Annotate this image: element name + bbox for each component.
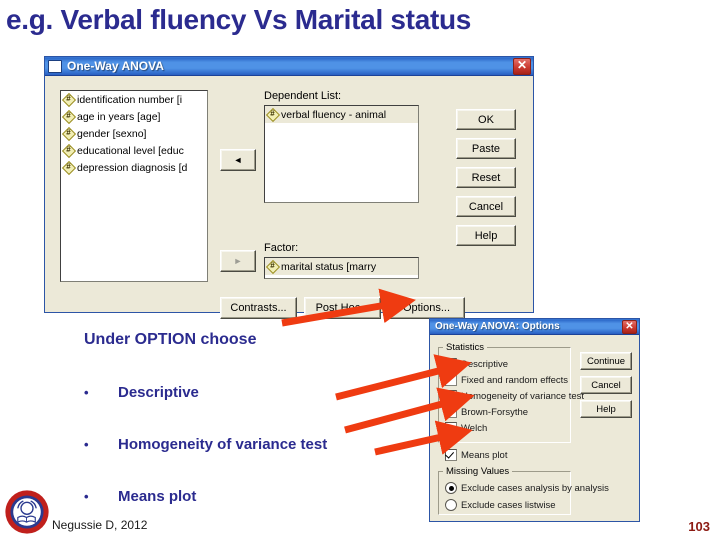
scale-variable-icon xyxy=(267,260,278,272)
checkbox-welch[interactable]: Welch xyxy=(445,422,487,434)
variable-label: marital status [marry xyxy=(281,260,377,273)
scale-variable-icon xyxy=(63,144,74,156)
variable-label: gender [sexno] xyxy=(77,127,147,140)
checkbox-means-plot[interactable]: Means plot xyxy=(445,449,507,461)
variable-label: age in years [age] xyxy=(77,110,161,123)
source-variable-listbox[interactable]: identification number [i age in years [a… xyxy=(60,90,208,282)
options-dialog-body: Statistics Descriptive Fixed and random … xyxy=(430,335,639,521)
factor-listbox[interactable]: marital status [marry xyxy=(264,257,419,279)
variable-label: educational level [educ xyxy=(77,144,184,157)
bullet-icon: • xyxy=(84,437,89,452)
cancel-button[interactable]: Cancel xyxy=(456,196,516,217)
checkbox-unchecked-icon[interactable] xyxy=(445,422,457,434)
options-help-button[interactable]: Help xyxy=(580,400,632,418)
checkbox-label: Fixed and random effects xyxy=(461,374,569,386)
list-item: • Descriptive xyxy=(84,384,199,401)
scale-variable-icon xyxy=(63,127,74,139)
radio-label: Exclude cases listwise xyxy=(461,499,556,511)
factor-label: Factor: xyxy=(264,242,299,254)
scale-variable-icon xyxy=(267,108,278,120)
checkbox-label: Homogeneity of variance test xyxy=(461,390,585,402)
radio-exclude-cases-analysis-by-analysis[interactable]: Exclude cases analysis by analysis xyxy=(445,482,609,494)
author-credit: Negussie D, 2012 xyxy=(52,518,148,532)
post-hoc-button[interactable]: Post Hoc... xyxy=(304,297,381,319)
instruction-heading: Under OPTION choose xyxy=(84,331,257,348)
checkbox-label: Means plot xyxy=(461,449,508,461)
checkbox-label: Welch xyxy=(461,422,488,434)
arrow-right-icon: ► xyxy=(233,256,243,266)
variable-label: depression diagnosis [d xyxy=(77,161,188,174)
radio-selected-icon[interactable] xyxy=(445,482,457,494)
list-item[interactable]: educational level [educ xyxy=(61,142,207,159)
checkbox-descriptive[interactable]: Descriptive xyxy=(445,358,508,370)
bullet-label: Descriptive xyxy=(118,384,199,401)
page-number: 103 xyxy=(688,519,710,534)
continue-button[interactable]: Continue xyxy=(580,352,632,370)
checkbox-unchecked-icon[interactable] xyxy=(445,374,457,386)
one-way-anova-dialog: One-Way ANOVA ✕ identification number [i… xyxy=(44,56,534,319)
reset-button[interactable]: Reset xyxy=(456,167,516,188)
anova-dialog-body: identification number [i age in years [a… xyxy=(45,76,533,319)
scale-variable-icon xyxy=(63,161,74,173)
slide-canvas: e.g. Verbal fluency Vs Marital status On… xyxy=(0,0,720,540)
radio-exclude-cases-listwise[interactable]: Exclude cases listwise xyxy=(445,499,556,511)
list-item[interactable]: depression diagnosis [d xyxy=(61,159,207,176)
options-title-text: One-Way ANOVA: Options xyxy=(435,321,560,332)
university-seal-logo xyxy=(5,490,49,534)
bullet-icon: • xyxy=(84,489,89,504)
arrow-left-icon: ◄ xyxy=(233,155,243,165)
variable-label: verbal fluency - animal xyxy=(281,108,387,121)
dependent-listbox[interactable]: verbal fluency - animal xyxy=(264,105,419,203)
move-to-dependent-button[interactable]: ◄ xyxy=(220,149,256,171)
bullet-icon: • xyxy=(84,385,89,400)
missing-values-group-label: Missing Values xyxy=(443,466,513,477)
page-title: e.g. Verbal fluency Vs Marital status xyxy=(6,4,472,35)
bullet-label: Means plot xyxy=(118,488,197,505)
anova-title-text: One-Way ANOVA xyxy=(67,59,164,73)
radio-unselected-icon[interactable] xyxy=(445,499,457,511)
options-button[interactable]: Options... xyxy=(388,297,465,319)
list-item[interactable]: gender [sexno] xyxy=(61,125,207,142)
radio-label: Exclude cases analysis by analysis xyxy=(461,482,609,494)
help-button[interactable]: Help xyxy=(456,225,516,246)
checkbox-label: Brown-Forsythe xyxy=(461,406,529,418)
list-item[interactable]: marital status [marry xyxy=(265,258,418,275)
paste-button[interactable]: Paste xyxy=(456,138,516,159)
checkbox-homogeneity-of-variance-test[interactable]: Homogeneity of variance test xyxy=(445,390,584,402)
checkbox-fixed-and-random-effects[interactable]: Fixed and random effects xyxy=(445,374,568,386)
move-to-factor-button[interactable]: ► xyxy=(220,250,256,272)
list-item: • Means plot xyxy=(84,488,196,505)
window-app-icon xyxy=(48,59,62,73)
statistics-group-label: Statistics xyxy=(443,342,488,353)
dependent-list-label: Dependent List: xyxy=(264,90,342,102)
checkbox-checked-icon[interactable] xyxy=(445,358,457,370)
options-cancel-button[interactable]: Cancel xyxy=(580,376,632,394)
scale-variable-icon xyxy=(63,110,74,122)
checkbox-label: Descriptive xyxy=(461,358,508,370)
checkbox-brown-forsythe[interactable]: Brown-Forsythe xyxy=(445,406,528,418)
close-icon[interactable]: ✕ xyxy=(513,57,531,75)
scale-variable-icon xyxy=(63,93,74,105)
ok-button[interactable]: OK xyxy=(456,109,516,130)
checkbox-checked-icon[interactable] xyxy=(445,449,457,461)
list-item[interactable]: age in years [age] xyxy=(61,108,207,125)
close-icon[interactable]: ✕ xyxy=(622,319,637,334)
checkbox-unchecked-icon[interactable] xyxy=(445,406,457,418)
list-item: • Homogeneity of variance test xyxy=(84,436,327,453)
list-item[interactable]: identification number [i xyxy=(61,91,207,108)
one-way-anova-options-dialog: One-Way ANOVA: Options ✕ Statistics Desc… xyxy=(429,318,640,522)
checkbox-checked-icon[interactable] xyxy=(445,390,457,402)
options-titlebar: One-Way ANOVA: Options ✕ xyxy=(430,319,639,335)
bullet-label: Homogeneity of variance test xyxy=(118,436,328,453)
anova-titlebar: One-Way ANOVA ✕ xyxy=(45,57,533,76)
variable-label: identification number [i xyxy=(77,93,183,106)
list-item[interactable]: verbal fluency - animal xyxy=(265,106,418,123)
contrasts-button[interactable]: Contrasts... xyxy=(220,297,297,319)
